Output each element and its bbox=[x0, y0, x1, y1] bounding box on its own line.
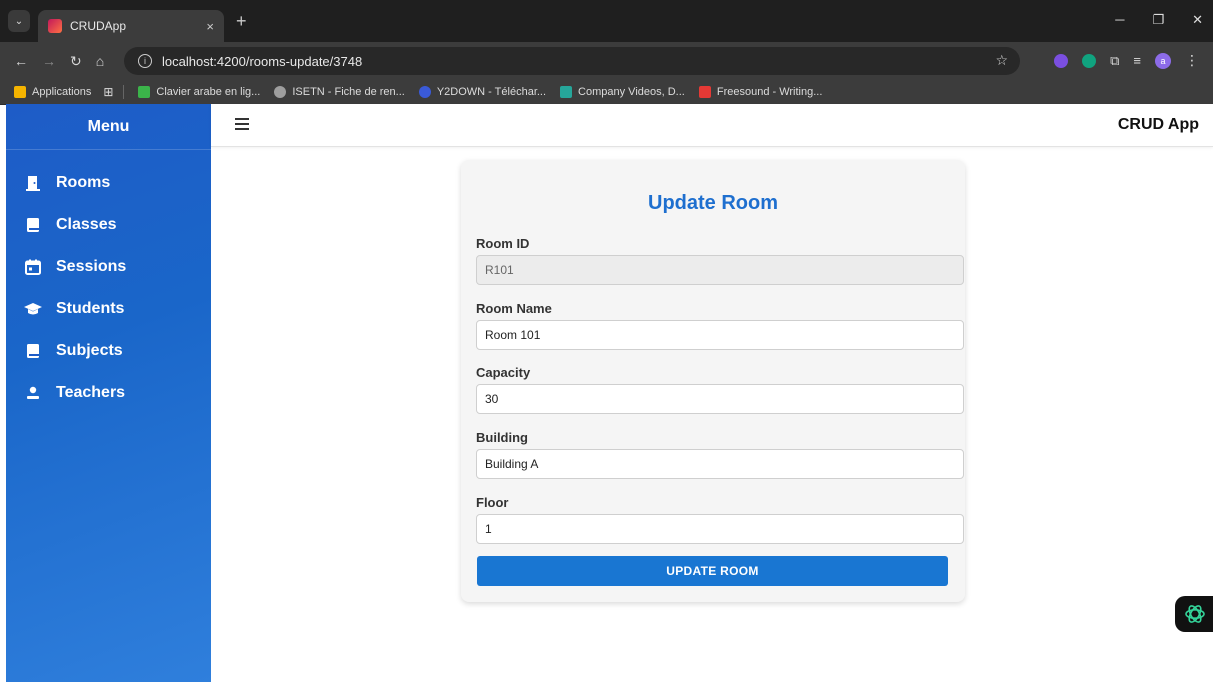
room-name-label: Room Name bbox=[476, 301, 552, 316]
bookmarks-bar: Applications ⊞ Clavier arabe en lig... I… bbox=[0, 80, 1213, 105]
reading-list-icon[interactable]: ≡ bbox=[1133, 53, 1141, 68]
back-arrow-icon[interactable]: ← bbox=[14, 53, 28, 69]
kebab-menu-icon[interactable]: ⋮ bbox=[1185, 52, 1199, 69]
address-url[interactable]: localhost:4200/rooms-update/3748 bbox=[162, 54, 362, 69]
y2down-icon bbox=[418, 86, 431, 98]
update-room-card: Update Room Room ID Room Name Capacity B… bbox=[461, 160, 965, 602]
angular-favicon-icon bbox=[48, 19, 62, 33]
sidebar-item-sessions[interactable]: Sessions bbox=[6, 246, 211, 288]
update-room-button[interactable]: UPDATE ROOM bbox=[477, 556, 948, 586]
company-videos-icon bbox=[560, 86, 573, 98]
room-id-label: Room ID bbox=[476, 236, 530, 251]
bookmark-separator bbox=[123, 85, 125, 99]
capacity-label: Capacity bbox=[476, 365, 531, 380]
chatgpt-assistant-button[interactable] bbox=[1175, 596, 1213, 632]
forward-arrow-icon[interactable]: → bbox=[42, 53, 56, 69]
reload-icon[interactable]: ↻ bbox=[70, 53, 82, 70]
sidebar-item-rooms[interactable]: Rooms bbox=[6, 162, 211, 204]
tab-title: CRUDApp bbox=[70, 19, 127, 33]
bookmark-applications[interactable]: Applications bbox=[14, 86, 91, 98]
tab-close-button[interactable]: × bbox=[206, 19, 214, 34]
profile-avatar[interactable]: a bbox=[1155, 52, 1171, 69]
restore-icon[interactable]: ❐ bbox=[1152, 12, 1164, 28]
extensions-area: ⧉ ≡ a ⋮ bbox=[1054, 52, 1199, 69]
sidebar-item-label: Teachers bbox=[56, 384, 126, 401]
browser-tab[interactable]: CRUDApp × bbox=[38, 10, 224, 42]
bookmark-freesound[interactable]: Freesound - Writing... bbox=[698, 86, 822, 98]
sidebar-item-label: Rooms bbox=[56, 174, 111, 191]
building-input[interactable] bbox=[476, 449, 964, 479]
sidebar-item-students[interactable]: Students bbox=[6, 288, 211, 330]
bookmark-y2down[interactable]: Y2DOWN - Téléchar... bbox=[418, 86, 546, 98]
door-icon bbox=[24, 174, 42, 192]
openai-logo-icon bbox=[1185, 605, 1205, 623]
sidebar-item-subjects[interactable]: Subjects bbox=[6, 330, 211, 372]
close-window-icon[interactable]: ✕ bbox=[1192, 12, 1203, 28]
globe-icon bbox=[274, 86, 287, 98]
capacity-input[interactable] bbox=[476, 384, 964, 414]
sidebar-item-label: Students bbox=[56, 300, 125, 317]
sidebar-item-label: Subjects bbox=[56, 342, 123, 359]
bookmark-clavier[interactable]: Clavier arabe en lig... bbox=[138, 86, 260, 98]
apps-grid-icon bbox=[14, 86, 26, 98]
extension-chatgpt-icon[interactable] bbox=[1082, 53, 1097, 68]
app-topbar: CRUD App bbox=[211, 104, 1213, 147]
bookmark-isetn[interactable]: ISETN - Fiche de ren... bbox=[274, 86, 405, 98]
bookmark-company-videos[interactable]: Company Videos, D... bbox=[560, 86, 685, 98]
user-icon bbox=[24, 384, 42, 402]
extension-downloader-icon[interactable] bbox=[1054, 53, 1069, 68]
minimize-icon[interactable]: ─ bbox=[1115, 12, 1124, 28]
room-id-input[interactable] bbox=[476, 255, 964, 285]
book-icon bbox=[24, 342, 42, 360]
extensions-puzzle-icon[interactable]: ⧉ bbox=[1110, 53, 1119, 69]
form-title: Update Room bbox=[648, 192, 778, 214]
clavier-icon bbox=[138, 86, 151, 98]
hamburger-menu-icon[interactable] bbox=[235, 118, 249, 130]
building-label: Building bbox=[476, 430, 528, 445]
app-title: CRUD App bbox=[1117, 116, 1199, 133]
sidebar-item-label: Classes bbox=[56, 216, 117, 233]
sidebar-item-teachers[interactable]: Teachers bbox=[6, 372, 211, 414]
sidebar: Menu Rooms Classes Sessions Students Sub… bbox=[6, 104, 211, 682]
tab-groups-icon[interactable]: ⊞ bbox=[103, 85, 113, 99]
tab-search-button[interactable]: ⌄ bbox=[8, 10, 30, 32]
sidebar-title: Menu bbox=[6, 104, 211, 150]
room-name-input[interactable] bbox=[476, 320, 964, 350]
sidebar-item-classes[interactable]: Classes bbox=[6, 204, 211, 246]
site-info-icon[interactable]: i bbox=[138, 54, 152, 68]
browser-toolbar: ← → ↻ ⌂ i localhost:4200/rooms-update/37… bbox=[0, 42, 1213, 80]
sidebar-item-label: Sessions bbox=[56, 258, 127, 275]
graduation-cap-icon bbox=[24, 300, 42, 318]
window-controls: ─ ❐ ✕ bbox=[1115, 12, 1203, 28]
freesound-icon bbox=[698, 86, 711, 98]
floor-label: Floor bbox=[476, 495, 509, 510]
new-tab-button[interactable]: + bbox=[236, 11, 247, 32]
bookmark-star-icon[interactable]: ☆ bbox=[995, 52, 1008, 69]
address-bar[interactable]: i localhost:4200/rooms-update/3748 ☆ bbox=[124, 47, 1020, 75]
home-icon[interactable]: ⌂ bbox=[96, 53, 104, 69]
floor-input[interactable] bbox=[476, 514, 964, 544]
book-icon bbox=[24, 216, 42, 234]
calendar-icon bbox=[24, 258, 42, 276]
browser-tabstrip: ⌄ CRUDApp × + ─ ❐ ✕ bbox=[0, 0, 1213, 42]
